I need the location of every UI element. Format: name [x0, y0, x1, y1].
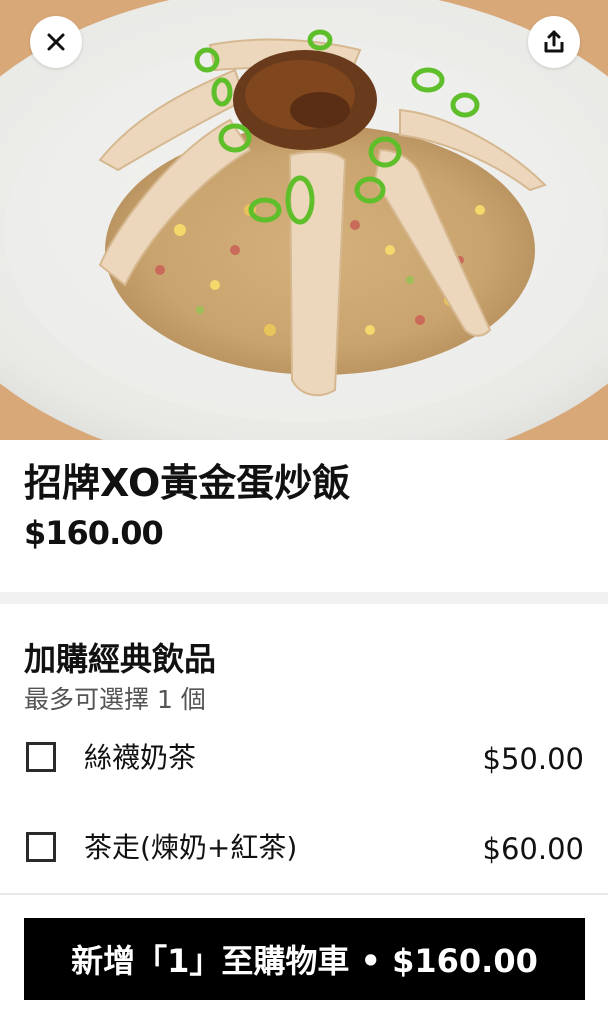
option-row-milk-tea[interactable]: 絲襪奶茶 $50.00 [0, 730, 608, 790]
item-photo [0, 0, 608, 440]
item-price: $160.00 [24, 514, 164, 552]
item-title: 招牌XO黃金蛋炒飯 [24, 461, 351, 505]
item-detail-screen: 招牌XO黃金蛋炒飯 $160.00 加購經典飲品 最多可選擇 1 個 絲襪奶茶 … [0, 0, 608, 1024]
footer-divider [0, 893, 608, 895]
add-to-cart-button[interactable]: 新增「1」至購物車 • $160.00 [24, 918, 585, 1000]
share-icon [543, 30, 565, 54]
option-group-title: 加購經典飲品 [24, 640, 217, 678]
option-label: 茶走(煉奶+紅茶) [84, 831, 298, 864]
close-icon [45, 31, 67, 53]
close-button[interactable] [30, 16, 82, 68]
option-price: $50.00 [482, 742, 584, 776]
option-label: 絲襪奶茶 [84, 741, 197, 774]
checkbox[interactable] [26, 742, 56, 772]
section-divider [0, 592, 608, 604]
option-row-cha-zau[interactable]: 茶走(煉奶+紅茶) $60.00 [0, 820, 608, 880]
option-price: $60.00 [482, 832, 584, 866]
share-button[interactable] [528, 16, 580, 68]
option-group-subtitle: 最多可選擇 1 個 [24, 685, 206, 714]
checkbox[interactable] [26, 832, 56, 862]
